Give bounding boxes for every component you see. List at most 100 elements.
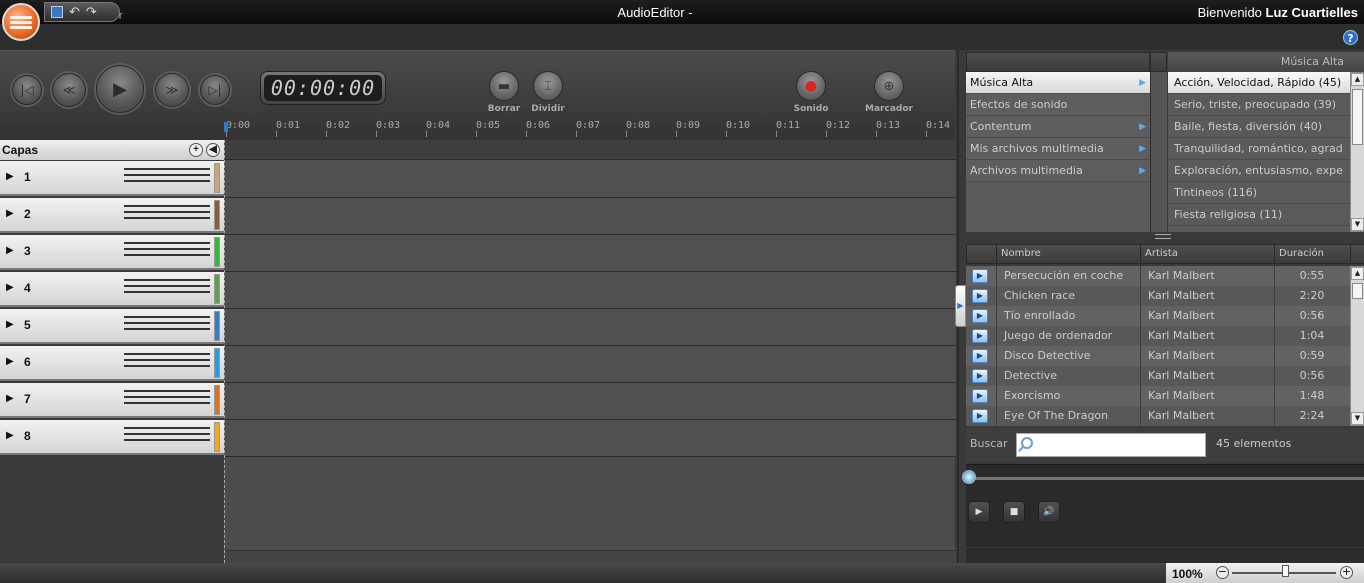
column-header-duration[interactable]: Duración	[1275, 245, 1351, 263]
layer-row[interactable]: ▶ 4	[0, 272, 224, 307]
scroll-up-icon[interactable]: ▲	[1351, 267, 1364, 280]
scroll-down-icon[interactable]: ▼	[1351, 218, 1364, 231]
preview-stop-button[interactable]: ■	[1003, 501, 1025, 523]
track-lane[interactable]	[225, 420, 956, 457]
go-to-end-button[interactable]: ▷|	[200, 75, 230, 105]
save-icon[interactable]	[51, 6, 63, 18]
category-label: Contentum	[970, 120, 1032, 133]
subcategory-item[interactable]: Fiesta religiosa (11)	[1168, 204, 1350, 226]
play-preview-icon[interactable]: ▶	[972, 269, 988, 283]
table-row[interactable]: ▶ Persecución en coche Karl Malbert 0:55	[966, 266, 1350, 286]
marcador-button[interactable]: ⊕ Marcador	[861, 71, 917, 114]
user-name[interactable]: Luz Cuartielles	[1266, 5, 1358, 20]
dividir-button[interactable]: ⌶ Dividir	[520, 71, 576, 114]
subcategory-item[interactable]: Baile, fiesta, diversión (40)	[1168, 116, 1350, 138]
layer-row[interactable]: ▶ 8	[0, 420, 224, 455]
add-layer-icon[interactable]: +	[189, 143, 203, 157]
table-row[interactable]: ▶ Tío enrollado Karl Malbert 0:56	[966, 306, 1350, 326]
category-item[interactable]: Archivos multimedia ▶	[966, 160, 1150, 182]
expand-icon[interactable]: ▶	[6, 430, 14, 441]
track-lane[interactable]	[225, 161, 956, 198]
seek-handle[interactable]	[962, 470, 976, 484]
zoom-slider-thumb[interactable]	[1282, 565, 1289, 577]
table-row[interactable]: ▶ Eye Of The Dragon Karl Malbert 2:24	[966, 406, 1350, 426]
expand-icon[interactable]: ▶	[6, 245, 14, 256]
playhead[interactable]	[224, 122, 228, 132]
expand-icon[interactable]: ▶	[6, 208, 14, 219]
tracks-area[interactable]	[224, 140, 956, 563]
collapse-icon[interactable]: ◀	[206, 143, 220, 157]
search-input[interactable]	[1016, 433, 1206, 457]
subcategory-item[interactable]: Tintineos (116)	[1168, 182, 1350, 204]
column-header-name[interactable]: Nombre	[997, 245, 1141, 263]
rewind-button[interactable]: ≪	[52, 73, 86, 107]
expand-icon[interactable]: ▶	[6, 282, 14, 293]
subcategory-scrollbar[interactable]: ▲ ▼	[1350, 72, 1364, 232]
subcategory-item[interactable]: Acción, Velocidad, Rápido (45)	[1168, 72, 1350, 94]
layer-row[interactable]: ▶ 7	[0, 383, 224, 418]
chevron-right-icon: ▶	[1139, 166, 1146, 176]
expand-icon[interactable]: ▶	[6, 171, 14, 182]
collapse-library-tab[interactable]: ▶	[955, 285, 966, 327]
scroll-thumb[interactable]	[1352, 283, 1363, 299]
horizontal-scrollbar[interactable]	[225, 550, 956, 563]
layer-row[interactable]: ▶ 6	[0, 346, 224, 381]
panel-splitter[interactable]	[959, 232, 1364, 244]
subcategory-item[interactable]: Tranquilidad, romántico, agrad	[1168, 138, 1350, 160]
category-label: Mis archivos multimedia	[970, 142, 1104, 155]
layer-row[interactable]: ▶ 5	[0, 309, 224, 344]
preview-seek-bar[interactable]	[966, 477, 1364, 480]
track-lane[interactable]	[225, 272, 956, 309]
help-icon[interactable]: ?	[1343, 30, 1358, 45]
category-item[interactable]: Efectos de sonido	[966, 94, 1150, 116]
table-row[interactable]: ▶ Disco Detective Karl Malbert 0:59	[966, 346, 1350, 366]
track-lane[interactable]	[225, 346, 956, 383]
table-row[interactable]: ▶ Detective Karl Malbert 0:56	[966, 366, 1350, 386]
expand-icon[interactable]: ▶	[6, 356, 14, 367]
track-lane[interactable]	[225, 235, 956, 272]
track-lane[interactable]	[225, 198, 956, 235]
expand-icon[interactable]: ▶	[6, 393, 14, 404]
play-preview-icon[interactable]: ▶	[972, 289, 988, 303]
scroll-up-icon[interactable]: ▲	[1351, 73, 1364, 86]
sonido-button[interactable]: ● Sonido	[783, 71, 839, 114]
scroll-down-icon[interactable]: ▼	[1351, 412, 1364, 425]
fast-forward-button[interactable]: ≫	[155, 73, 189, 107]
track-lane[interactable]	[225, 309, 956, 346]
subcategory-item[interactable]: Serio, triste, preocupado (39)	[1168, 94, 1350, 116]
layer-row[interactable]: ▶ 2	[0, 198, 224, 233]
play-preview-icon[interactable]: ▶	[972, 369, 988, 383]
table-row[interactable]: ▶ Exorcismo Karl Malbert 1:48	[966, 386, 1350, 406]
track-lane[interactable]	[225, 383, 956, 420]
preview-volume-button[interactable]: 🔊	[1038, 501, 1060, 523]
app-menu-button[interactable]	[2, 3, 40, 41]
category-item[interactable]: Mis archivos multimedia ▶	[966, 138, 1150, 160]
table-row[interactable]: ▶ Juego de ordenador Karl Malbert 1:04	[966, 326, 1350, 346]
play-button[interactable]: ▶	[96, 65, 144, 113]
play-preview-icon[interactable]: ▶	[972, 329, 988, 343]
ruler-tick: 0:05	[476, 120, 501, 137]
chevron-right-icon: ▶	[1139, 78, 1146, 88]
redo-icon[interactable]: ↷	[86, 6, 97, 19]
category-item[interactable]: Contentum ▶	[966, 116, 1150, 138]
subcategory-item[interactable]: Exploración, entusiasmo, expe	[1168, 160, 1350, 182]
zoom-in-icon[interactable]: +	[1340, 566, 1353, 579]
play-preview-icon[interactable]: ▶	[972, 389, 988, 403]
search-icon	[1021, 437, 1033, 449]
play-preview-icon[interactable]: ▶	[972, 409, 988, 423]
column-header-artist[interactable]: Artista	[1141, 245, 1275, 263]
layer-row[interactable]: ▶ 1	[0, 161, 224, 196]
songs-scrollbar[interactable]: ▲ ▼	[1350, 266, 1364, 426]
preview-play-button[interactable]: ▶	[968, 501, 990, 523]
zoom-out-icon[interactable]: −	[1216, 566, 1229, 579]
go-to-start-button[interactable]: |◁	[12, 75, 42, 105]
play-preview-icon[interactable]: ▶	[972, 309, 988, 323]
table-row[interactable]: ▶ Chicken race Karl Malbert 2:20	[966, 286, 1350, 306]
timeline-ruler[interactable]: 0:00 0:01 0:02 0:03 0:04 0:05 0:06 0:07 …	[226, 120, 955, 140]
scroll-thumb[interactable]	[1352, 89, 1363, 145]
undo-icon[interactable]: ↶	[69, 6, 80, 19]
category-item[interactable]: Música Alta ▶	[966, 72, 1150, 94]
play-preview-icon[interactable]: ▶	[972, 349, 988, 363]
layer-row[interactable]: ▶ 3	[0, 235, 224, 270]
expand-icon[interactable]: ▶	[6, 319, 14, 330]
